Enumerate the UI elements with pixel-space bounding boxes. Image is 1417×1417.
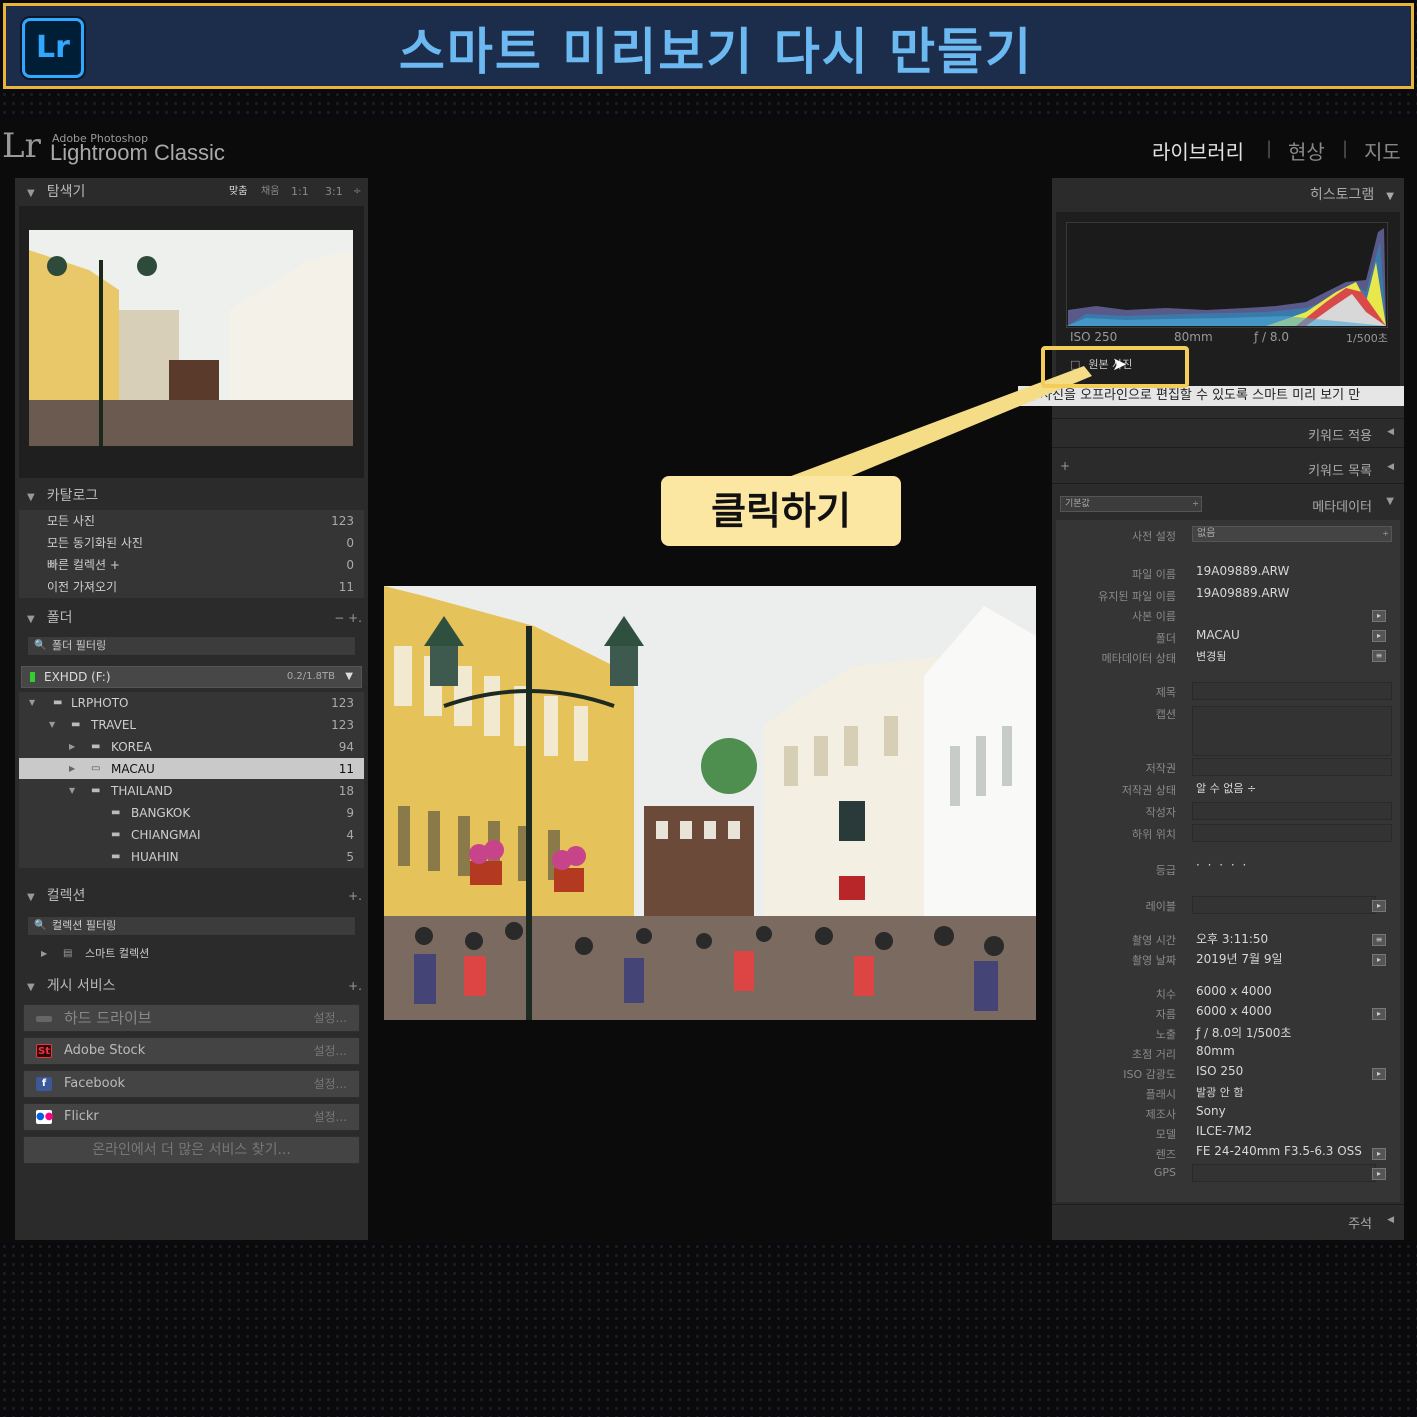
- highlight-box: [1041, 346, 1189, 388]
- callout-pointer: [770, 366, 1092, 484]
- click-callout: 클릭하기: [661, 476, 901, 546]
